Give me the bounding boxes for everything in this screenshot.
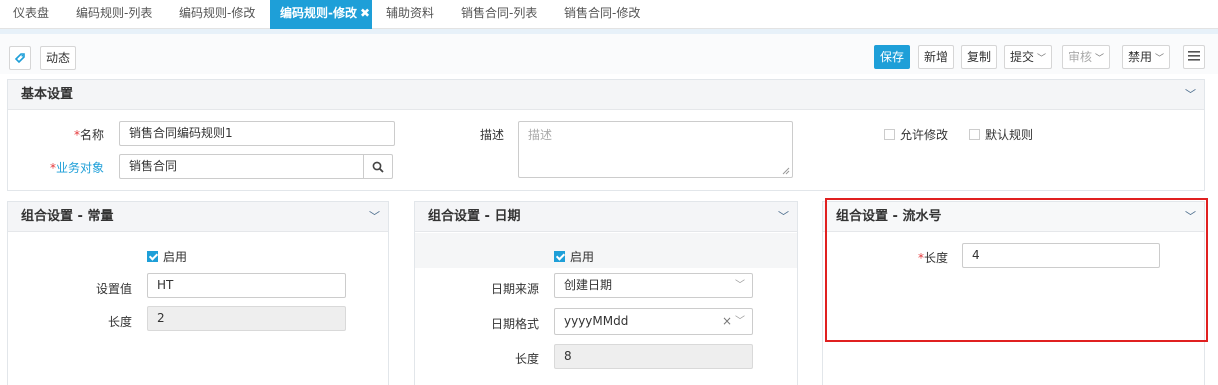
resize-handle-icon[interactable] xyxy=(782,167,790,175)
submit-button[interactable]: 提交 ﹀ xyxy=(1004,45,1053,69)
chevron-down-icon: ﹀ xyxy=(1155,54,1165,64)
enable-label: 启用 xyxy=(163,250,188,264)
dynamic-label: 动态 xyxy=(46,51,71,65)
business-object-label-text: 业务对象 xyxy=(55,161,104,175)
chevron-down-icon: ﹀ xyxy=(1037,54,1047,64)
default-rule-checkbox[interactable]: 默认规则 xyxy=(969,126,1033,143)
highlight-box xyxy=(825,198,1208,342)
chevron-down-icon[interactable]: ﹀ xyxy=(369,202,380,232)
business-object-input[interactable]: 销售合同 xyxy=(119,154,364,179)
close-icon[interactable]: ✖ xyxy=(360,6,370,20)
tab-coding-rule-list[interactable]: 编码规则-列表 xyxy=(66,0,162,29)
tab-label: 销售合同-修改 xyxy=(564,6,641,20)
business-object-label[interactable]: *业务对象 xyxy=(40,159,104,176)
allow-edit-checkbox[interactable]: 允许修改 xyxy=(884,126,948,143)
panel-title: 组合设置 - 常量 xyxy=(21,209,114,224)
checkbox-checked-icon[interactable] xyxy=(147,251,158,262)
date-format-select[interactable]: yyyyMMdd × ﹀ xyxy=(554,308,753,335)
tab-coding-rule-edit-active[interactable]: 编码规则-修改 ✖ xyxy=(270,0,372,29)
tab-label: 销售合同-列表 xyxy=(461,6,538,20)
allow-edit-label: 允许修改 xyxy=(900,128,949,142)
description-placeholder: 描述 xyxy=(528,128,553,142)
tab-label: 辅助资料 xyxy=(386,6,435,20)
tab-sales-contract-list[interactable]: 销售合同-列表 xyxy=(451,0,547,29)
date-source-label: 日期来源 xyxy=(490,282,539,296)
constant-length-readonly: 2 xyxy=(147,306,346,331)
toolbar: 动态 保存 新增 复制 提交 ﹀ 审核 ﹀ 禁用 ﹀ xyxy=(0,34,1218,74)
name-label-text: 名称 xyxy=(79,128,104,142)
copy-button[interactable]: 复制 xyxy=(961,45,998,69)
tag-icon[interactable] xyxy=(9,46,31,70)
description-label: 描述 xyxy=(479,128,504,142)
tab-auxiliary-data[interactable]: 辅助资料 xyxy=(376,0,444,29)
constant-enable-checkbox[interactable]: 启用 xyxy=(147,248,187,265)
constant-length-label: 长度 xyxy=(107,315,132,329)
setting-value-label: 设置值 xyxy=(95,282,132,296)
tab-label: 编码规则-修改 xyxy=(179,6,256,20)
copy-label: 复制 xyxy=(967,50,992,64)
chevron-down-icon: ﹀ xyxy=(1095,54,1105,64)
default-rule-label: 默认规则 xyxy=(985,128,1034,142)
tab-bar: 仪表盘 编码规则-列表 编码规则-修改 编码规则-修改 ✖ 辅助资料 销售合同-列… xyxy=(0,0,1218,29)
chevron-down-icon[interactable]: ﹀ xyxy=(1185,80,1196,110)
date-source-select[interactable]: 创建日期 ﹀ xyxy=(554,273,753,298)
enable-label: 启用 xyxy=(570,250,595,264)
date-enable-row xyxy=(415,233,797,268)
date-format-label: 日期格式 xyxy=(490,317,539,331)
setting-value-input[interactable]: HT xyxy=(147,273,346,298)
panel-title: 组合设置 - 日期 xyxy=(428,209,521,224)
chevron-down-icon[interactable]: ﹀ xyxy=(778,202,789,232)
tab-sales-contract-edit[interactable]: 销售合同-修改 xyxy=(554,0,650,29)
tab-label: 编码规则-修改 xyxy=(280,6,357,20)
panel-header[interactable]: 组合设置 - 常量 ﹀ xyxy=(8,202,388,232)
panel-header[interactable]: 基本设置 ﹀ xyxy=(8,80,1204,110)
chevron-down-icon: ﹀ xyxy=(735,316,745,327)
tab-dashboard[interactable]: 仪表盘 xyxy=(3,0,59,29)
disable-button[interactable]: 禁用 ﹀ xyxy=(1122,45,1171,69)
chevron-down-icon: ﹀ xyxy=(735,280,745,291)
new-button[interactable]: 新增 xyxy=(918,45,955,69)
checkbox-icon[interactable] xyxy=(884,129,895,140)
tab-label: 仪表盘 xyxy=(13,6,50,20)
date-format-value: yyyyMMdd xyxy=(564,314,629,328)
date-source-value: 创建日期 xyxy=(564,278,613,292)
dynamic-button[interactable]: 动态 xyxy=(40,46,77,70)
panel-title: 基本设置 xyxy=(21,87,74,102)
new-label: 新增 xyxy=(924,50,949,64)
checkbox-icon[interactable] xyxy=(969,129,980,140)
panel-header[interactable]: 组合设置 - 日期 ﹀ xyxy=(415,202,797,232)
tab-coding-rule-edit[interactable]: 编码规则-修改 xyxy=(169,0,265,29)
menu-icon[interactable] xyxy=(1183,45,1205,69)
description-textarea[interactable]: 描述 xyxy=(518,121,793,178)
review-button[interactable]: 审核 ﹀ xyxy=(1062,45,1111,69)
name-input[interactable]: 销售合同编码规则1 xyxy=(119,121,395,146)
checkbox-checked-icon[interactable] xyxy=(554,251,565,262)
review-label: 审核 xyxy=(1068,50,1093,64)
search-icon[interactable] xyxy=(363,154,393,179)
save-label: 保存 xyxy=(880,50,905,64)
tab-label: 编码规则-列表 xyxy=(76,6,153,20)
date-enable-checkbox[interactable]: 启用 xyxy=(554,248,594,265)
clear-icon[interactable]: × xyxy=(722,309,732,334)
submit-label: 提交 xyxy=(1010,50,1035,64)
date-length-readonly: 8 xyxy=(554,344,753,369)
name-label: *名称 xyxy=(60,126,104,143)
date-length-label: 长度 xyxy=(514,352,539,366)
save-button[interactable]: 保存 xyxy=(874,45,911,69)
disable-label: 禁用 xyxy=(1128,50,1153,64)
